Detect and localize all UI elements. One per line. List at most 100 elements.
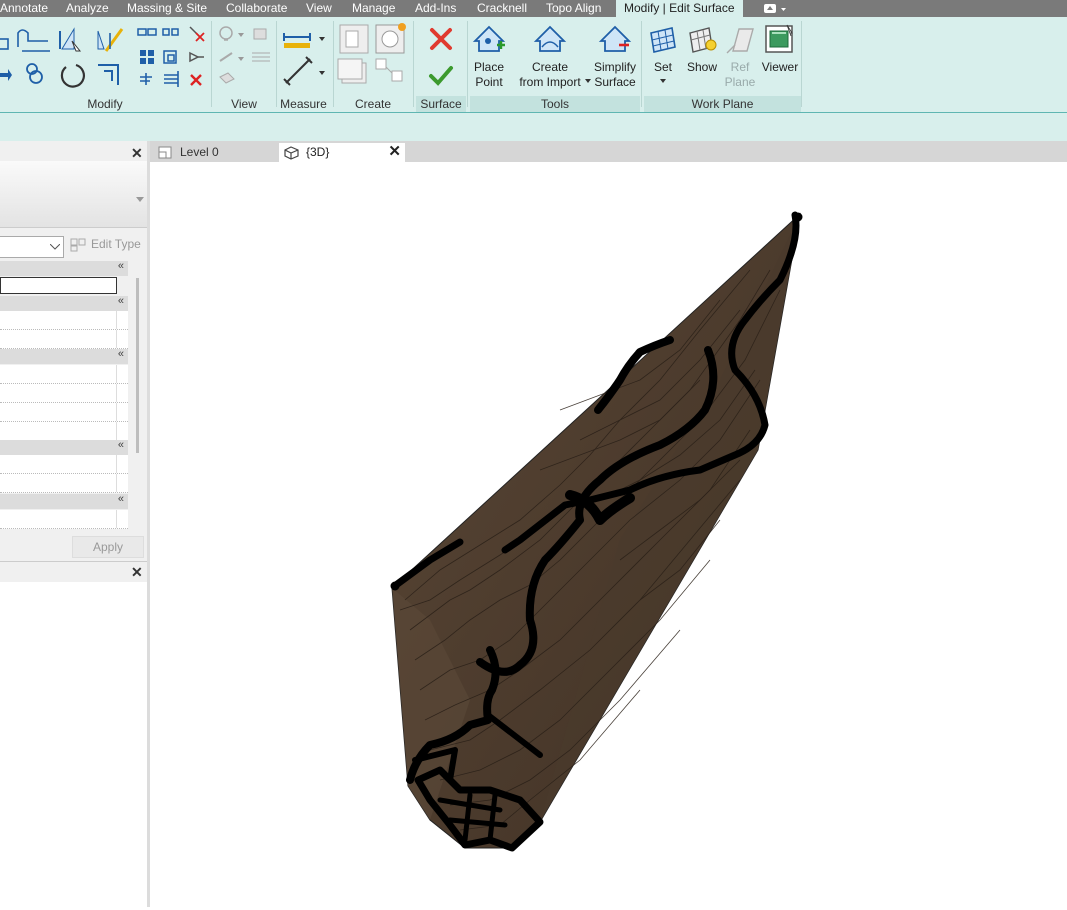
pin-icon — [189, 51, 204, 63]
scale-icon — [163, 50, 177, 64]
tab-add-ins[interactable]: Add-Ins — [415, 0, 456, 17]
panel-label-view: View — [231, 97, 257, 111]
create-from-import-button[interactable]: Create from Import — [514, 23, 594, 93]
delete-icon — [190, 74, 202, 86]
ref-plane-button[interactable]: Ref Plane — [722, 23, 758, 93]
property-group-header[interactable]: « — [0, 348, 128, 364]
trim-single-icon — [164, 71, 179, 87]
tab-manage[interactable]: Manage — [352, 0, 395, 17]
property-row[interactable] — [0, 455, 128, 474]
instance-filter-dropdown[interactable] — [0, 236, 64, 258]
tab-cracknell[interactable]: Cracknell — [477, 0, 527, 17]
ribbon-minimize-button[interactable] — [762, 2, 788, 15]
move-icon — [0, 69, 12, 81]
view-panel-icons — [219, 26, 270, 84]
tab-analyze[interactable]: Analyze — [66, 0, 109, 17]
panel-label-create: Create — [354, 97, 392, 111]
edit-type-label: Edit Type — [91, 237, 141, 251]
apply-button[interactable]: Apply — [72, 536, 144, 558]
view-tab-label: {3D} — [306, 145, 330, 159]
properties-close-button[interactable]: ✕ — [131, 145, 143, 162]
split-element-icon — [137, 28, 157, 36]
dropdown-arrow-icon — [238, 33, 244, 37]
viewer-icon — [765, 24, 793, 53]
align-icon — [0, 38, 9, 50]
tab-massing-site[interactable]: Massing & Site — [127, 0, 207, 17]
collapse-icon: « — [117, 439, 124, 451]
collapse-icon: « — [117, 493, 124, 505]
property-group-header[interactable]: « — [0, 295, 128, 311]
mirror-draw-axis-icon — [97, 28, 124, 52]
property-row[interactable] — [0, 474, 128, 493]
array-icon — [140, 50, 154, 64]
place-point-button[interactable]: Place Point — [470, 23, 508, 93]
tab-annotate[interactable]: Annotate — [0, 0, 48, 17]
cancel-edit-surface-button[interactable] — [426, 24, 456, 57]
panel-separator — [467, 21, 468, 107]
tab-view[interactable]: View — [306, 0, 332, 17]
property-group-header[interactable]: « — [0, 260, 128, 276]
property-row[interactable] — [0, 403, 128, 422]
property-group-header[interactable]: « — [0, 439, 128, 455]
override-graphics-icon — [253, 28, 267, 40]
measure-panel-icons — [283, 33, 325, 86]
project-browser: ✕ — [0, 561, 147, 908]
place-point-icon — [472, 25, 506, 52]
ribbon-minimize-icon — [764, 4, 786, 13]
type-selector[interactable] — [0, 161, 147, 228]
create-from-import-icon — [533, 25, 567, 52]
view-tab-label: Level 0 — [180, 145, 219, 159]
show-plane-icon — [689, 27, 717, 53]
finish-edit-surface-button[interactable] — [426, 60, 456, 93]
show-work-plane-button[interactable]: Show — [684, 23, 720, 93]
property-row[interactable] — [0, 422, 128, 441]
property-group-header[interactable]: « — [0, 493, 128, 509]
toposurface[interactable] — [150, 162, 1067, 907]
panel-separator — [413, 21, 414, 107]
tab-modify-edit-surface[interactable]: Modify | Edit Surface — [616, 0, 743, 17]
show-label: Show — [686, 60, 718, 74]
grid-plane-icon — [650, 27, 676, 53]
close-view-tab-button[interactable]: ✕ — [388, 142, 401, 161]
properties-scrollbar[interactable] — [136, 278, 139, 453]
simplify-surface-icon — [598, 25, 632, 52]
property-row[interactable] — [0, 384, 128, 403]
property-row[interactable] — [0, 510, 128, 529]
create-similar-icon — [375, 58, 403, 82]
viewer-label: Viewer — [761, 60, 799, 74]
property-row[interactable] — [0, 311, 128, 330]
hide-element-icon — [219, 72, 235, 84]
create-group-icon — [375, 23, 406, 54]
view-tab-level-0[interactable]: Level 0 — [153, 143, 277, 162]
linework-icon — [219, 52, 233, 62]
tab-collaborate[interactable]: Collaborate — [226, 0, 287, 17]
panel-separator — [801, 21, 802, 107]
view-tab-bar: Level 0 {3D} ✕ — [150, 141, 1067, 162]
checkmark-icon — [429, 66, 453, 86]
set-work-plane-button[interactable]: Set — [646, 23, 680, 93]
property-row[interactable] — [0, 365, 128, 384]
cancel-icon — [430, 28, 452, 50]
unpin-icon — [189, 26, 205, 42]
reference-plane-icon — [726, 28, 754, 54]
simplify-surface-button[interactable]: Simplify Surface — [592, 23, 638, 93]
dropdown-arrow-icon — [319, 71, 325, 75]
project-browser-close-button[interactable]: ✕ — [131, 564, 143, 581]
trim-extend-icon — [98, 64, 119, 85]
create-assembly-icon — [339, 24, 369, 54]
property-row-selected[interactable] — [0, 277, 117, 294]
create-parts-icon — [337, 58, 367, 84]
panel-separator — [641, 21, 642, 107]
3d-viewport[interactable] — [150, 162, 1067, 907]
set-label: Set — [653, 60, 672, 74]
chevron-down-icon — [50, 244, 60, 250]
copy-icon — [26, 63, 43, 84]
simplify-surface-label: Simplify Surface — [593, 60, 636, 89]
dropdown-arrow-icon — [238, 57, 244, 61]
project-browser-header: ✕ — [0, 562, 147, 582]
edit-type-icon — [70, 238, 86, 252]
tab-topo-align[interactable]: Topo Align — [546, 0, 601, 17]
viewer-button[interactable]: Viewer — [760, 23, 800, 93]
view-tab-3d[interactable]: {3D} ✕ — [279, 143, 405, 162]
property-row[interactable] — [0, 330, 128, 349]
